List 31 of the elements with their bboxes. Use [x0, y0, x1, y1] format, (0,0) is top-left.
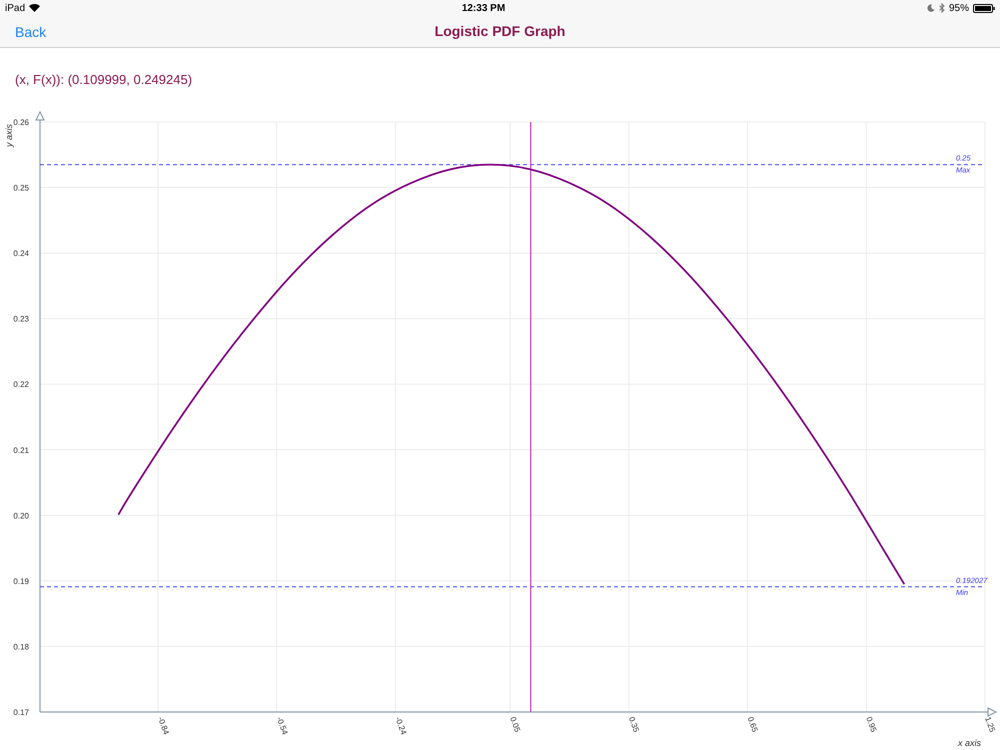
- x-tick-label: 0.95: [864, 716, 878, 734]
- y-tick-label: 0.21: [13, 446, 29, 455]
- x-tick-label: -0.84: [156, 716, 171, 736]
- moon-icon: [926, 4, 935, 12]
- y-tick-label: 0.22: [13, 380, 29, 390]
- y-axis-label: y axis: [4, 124, 14, 147]
- x-tick-label: 0.65: [746, 716, 760, 734]
- y-tick-label: 0.17: [13, 708, 29, 717]
- y-tick-label: 0.26: [13, 118, 29, 127]
- cursor-line[interactable]: [530, 122, 532, 712]
- x-tick-label: 1.25: [983, 716, 997, 734]
- battery-icon: [972, 4, 995, 12]
- coordinate-readout: (x, F(x)): (0.109999, 0.249245): [15, 72, 192, 87]
- x-axis-label: x axis: [958, 738, 981, 748]
- x-tick-label: -0.24: [393, 716, 408, 736]
- x-tick-label: -0.54: [274, 716, 290, 736]
- x-tick-label: 0.35: [626, 716, 641, 734]
- x-tick-label: 0.05: [508, 716, 522, 734]
- battery-percent: 95%: [948, 2, 969, 16]
- clock: 12:33 PM: [462, 2, 506, 16]
- wifi-icon: [29, 4, 40, 12]
- y-tick-label: 0.20: [13, 511, 29, 520]
- y-tick-label: 0.25: [13, 184, 29, 193]
- y-tick-label: 0.18: [13, 642, 29, 652]
- y-tick-label: 0.24: [13, 249, 29, 258]
- back-button[interactable]: Back: [15, 22, 46, 43]
- page-title: Logistic PDF Graph: [434, 22, 566, 41]
- bluetooth-icon: [938, 3, 945, 13]
- y-tick-label: 0.23: [13, 314, 29, 324]
- y-tick-label: 0.19: [13, 576, 29, 586]
- device-name: iPad: [5, 2, 26, 16]
